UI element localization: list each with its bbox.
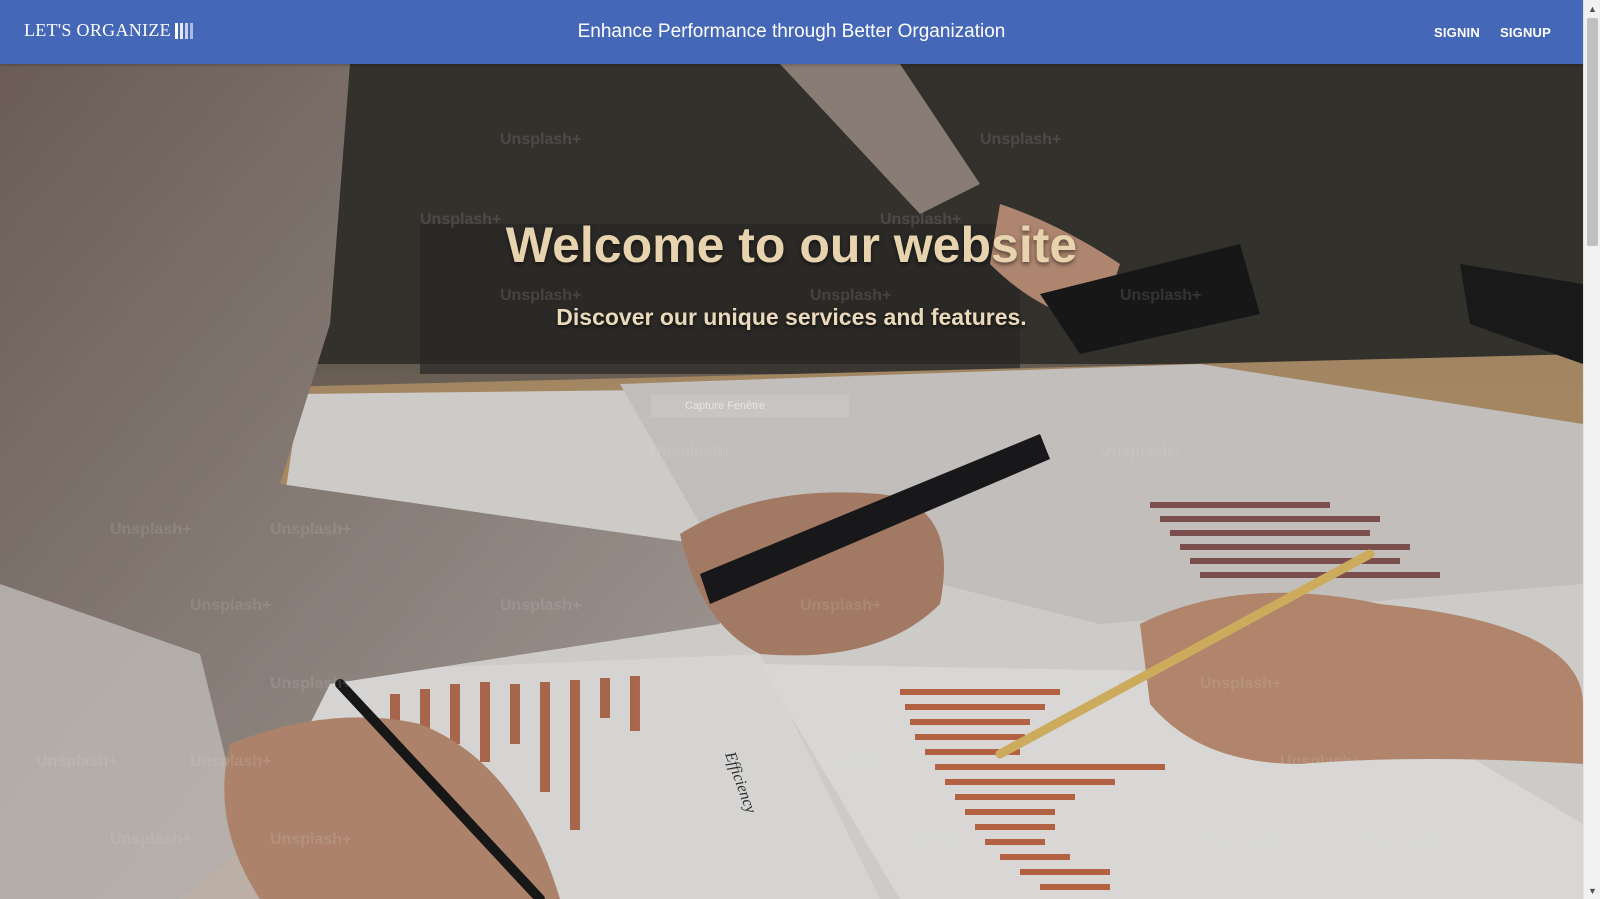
hero-subtitle: Discover our unique services and feature… bbox=[556, 304, 1027, 330]
navbar: LET'S ORGANIZE Enhance Performance throu… bbox=[0, 0, 1583, 64]
hero-title: Welcome to our website bbox=[505, 217, 1078, 273]
hero-overlay bbox=[0, 64, 1583, 899]
scrollbar-thumb[interactable] bbox=[1587, 18, 1598, 246]
nav-links: SIGNIN SIGNUP bbox=[1434, 0, 1551, 64]
chevron-up-icon[interactable]: ▲ bbox=[1584, 0, 1600, 17]
vertical-scrollbar[interactable]: ▲ ▼ bbox=[1583, 0, 1600, 899]
page-viewport: LET'S ORGANIZE Enhance Performance throu… bbox=[0, 0, 1583, 899]
capture-window-overlay: Capture Fenêtre bbox=[651, 395, 849, 417]
brand-logo[interactable]: LET'S ORGANIZE bbox=[24, 20, 193, 41]
signup-link[interactable]: SIGNUP bbox=[1500, 25, 1551, 40]
navbar-title: Enhance Performance through Better Organ… bbox=[577, 21, 1006, 42]
brand-name: LET'S ORGANIZE bbox=[24, 20, 171, 40]
chevron-down-icon[interactable]: ▼ bbox=[1584, 882, 1600, 899]
hero-section: Unsplash+ Unsplash+ Unsplash+ Unsplash+ … bbox=[0, 64, 1583, 899]
barcode-icon bbox=[174, 22, 193, 39]
signin-link[interactable]: SIGNIN bbox=[1434, 25, 1480, 40]
